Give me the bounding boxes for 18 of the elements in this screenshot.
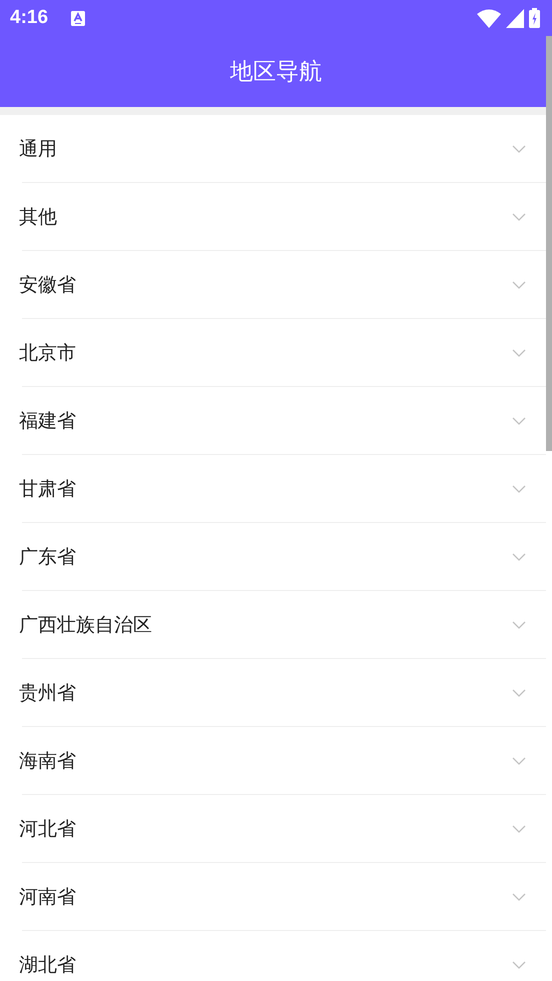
- keyboard-a-icon: [71, 10, 86, 26]
- page-title: 地区导航: [230, 58, 322, 87]
- region-item[interactable]: 其他: [0, 183, 546, 251]
- region-item[interactable]: 北京市: [0, 319, 546, 387]
- wifi-icon: [477, 8, 501, 28]
- region-item[interactable]: 甘肃省: [0, 455, 546, 523]
- region-item[interactable]: 海南省: [0, 727, 546, 795]
- signal-icon: [506, 8, 524, 28]
- battery-icon: [529, 8, 540, 28]
- region-item[interactable]: 通用: [0, 115, 546, 183]
- region-item[interactable]: 福建省: [0, 387, 546, 455]
- region-item[interactable]: 河南省: [0, 863, 546, 931]
- region-item[interactable]: 贵州省: [0, 659, 546, 727]
- region-item[interactable]: 河北省: [0, 795, 546, 863]
- region-item[interactable]: 广西壮族自治区: [0, 591, 546, 659]
- status-time: 4:16: [10, 7, 48, 29]
- region-item[interactable]: 广东省: [0, 523, 546, 591]
- region-item[interactable]: 安徽省: [0, 251, 546, 319]
